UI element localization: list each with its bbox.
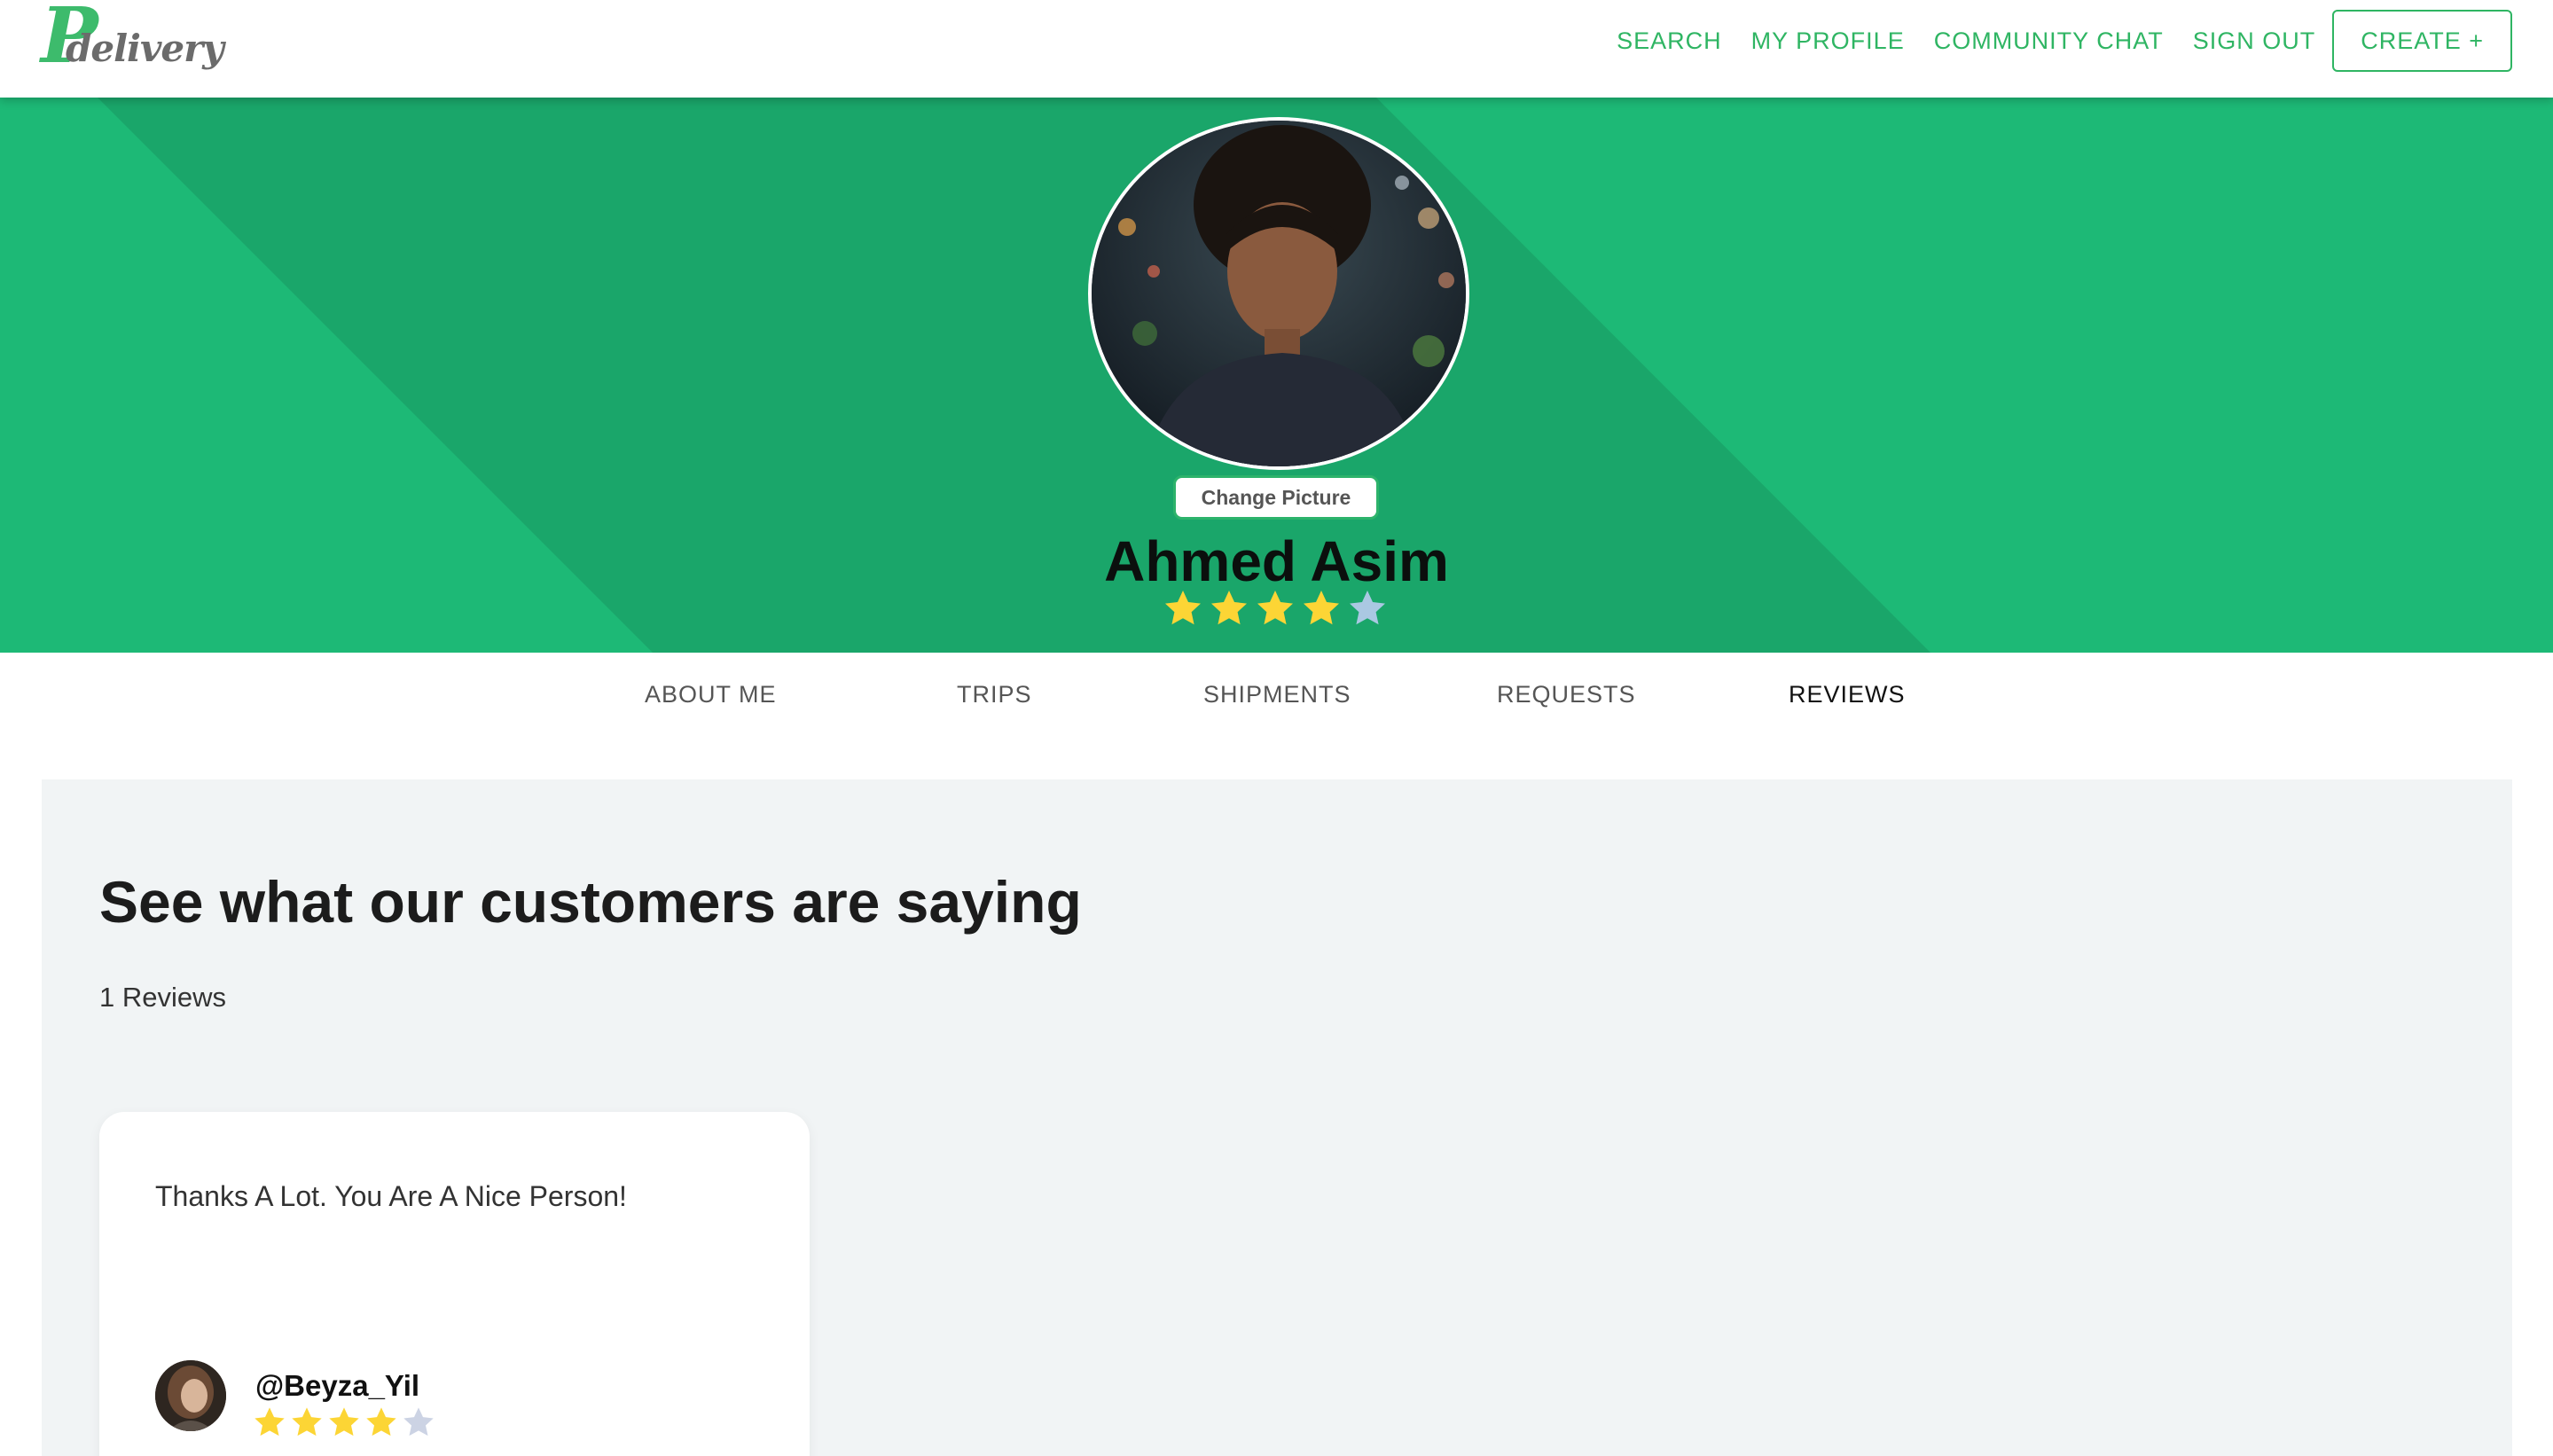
star-icon	[1165, 591, 1201, 625]
star-icon	[329, 1407, 359, 1436]
create-button[interactable]: CREATE +	[2332, 10, 2512, 72]
nav-link-search[interactable]: SEARCH	[1617, 27, 1722, 55]
star-icon	[1257, 591, 1293, 625]
logo-word: delivery	[66, 27, 224, 70]
star-icon	[403, 1407, 434, 1436]
profile-hero: Change Picture Ahmed Asim	[0, 98, 2553, 653]
profile-photo	[1092, 121, 1466, 466]
star-icon	[255, 1407, 285, 1436]
profile-rating	[1162, 587, 1389, 631]
top-navbar: P delivery SEARCH MY PROFILE COMMUNITY C…	[0, 0, 2553, 98]
nav-links: SEARCH MY PROFILE COMMUNITY CHAT SIGN OU…	[1587, 10, 2512, 72]
star-icon	[366, 1407, 396, 1436]
brand-logo[interactable]: P delivery	[41, 0, 236, 92]
star-icon	[1304, 591, 1339, 625]
tab-shipments[interactable]: SHIPMENTS	[1203, 681, 1351, 708]
review-card: Thanks A Lot. You Are A Nice Person! @Be…	[99, 1112, 810, 1456]
reviews-count: 1 Reviews	[99, 982, 226, 1013]
review-text: Thanks A Lot. You Are A Nice Person!	[155, 1180, 627, 1212]
tab-reviews[interactable]: REVIEWS	[1789, 681, 1906, 708]
tab-about-me[interactable]: ABOUT ME	[645, 681, 777, 708]
reviewer-avatar[interactable]	[155, 1360, 226, 1431]
reviewer-name[interactable]: @Beyza_Yil	[255, 1369, 419, 1403]
nav-link-community-chat[interactable]: COMMUNITY CHAT	[1934, 27, 2164, 55]
profile-avatar	[1088, 117, 1469, 470]
nav-link-sign-out[interactable]: SIGN OUT	[2193, 27, 2316, 55]
star-icon	[1211, 591, 1247, 625]
star-icon	[1350, 591, 1385, 625]
star-icon	[292, 1407, 322, 1436]
profile-name: Ahmed Asim	[1104, 529, 1449, 593]
tab-requests[interactable]: REQUESTS	[1497, 681, 1636, 708]
profile-tabs: ABOUT ME TRIPS SHIPMENTS REQUESTS REVIEW…	[0, 653, 2553, 736]
change-picture-button[interactable]: Change Picture	[1173, 475, 1379, 520]
tab-trips[interactable]: TRIPS	[957, 681, 1032, 708]
reviewer-photo	[155, 1360, 226, 1431]
nav-link-my-profile[interactable]: MY PROFILE	[1751, 27, 1905, 55]
review-rating	[252, 1405, 436, 1440]
reviews-heading: See what our customers are saying	[99, 869, 1082, 935]
reviews-section: See what our customers are saying 1 Revi…	[42, 779, 2512, 1456]
